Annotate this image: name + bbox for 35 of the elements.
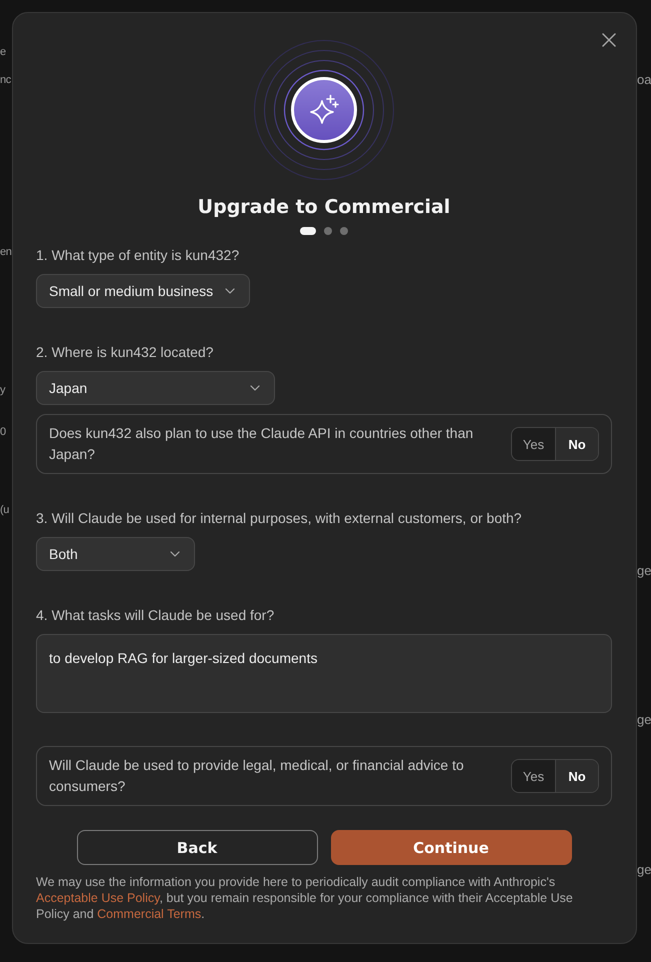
toggle-option[interactable]: No [555, 760, 598, 792]
chevron-down-icon [250, 385, 260, 391]
back-button[interactable]: Back [76, 830, 318, 865]
background-text-fragment: 0 [0, 425, 6, 440]
question-label: 2. Where is kun432 located? [36, 343, 214, 362]
background-text-fragment: ge [637, 862, 651, 878]
dropdown-select[interactable]: Small or medium business [36, 274, 250, 308]
background-text-fragment: oa [637, 72, 651, 88]
toggle-option[interactable]: Yes [512, 760, 555, 792]
background-text-fragment: ge [637, 563, 651, 579]
sparkle-icon [291, 77, 357, 143]
dialog-title: Upgrade to Commercial [196, 195, 452, 219]
close-icon [602, 33, 616, 47]
question-label: 4. What tasks will Claude be used for? [36, 606, 274, 625]
text-link[interactable]: Commercial Terms [97, 907, 202, 921]
chevron-down-icon [170, 551, 180, 557]
continue-button[interactable]: Continue [330, 830, 572, 865]
background-text-fragment: e [0, 45, 6, 60]
question-label: 1. What type of entity is kun432? [36, 246, 240, 265]
text-link[interactable]: Acceptable Use Policy [36, 891, 160, 905]
background-text-fragment: en [0, 245, 12, 260]
background-text-fragment: (u [0, 503, 9, 518]
disclaimer-text: We may use the information you provide here to periodically audit compliance with Anthropic's Acceptable Use Policy, but you remain responsible for your compliance with their Acceptable Use Policy and Commercial Terms. [36, 874, 574, 922]
background-text-fragment: ge [637, 712, 651, 728]
question-text: Does kun432 also plan to use the Claude API in countries other than Japan? [49, 424, 474, 464]
dropdown-select[interactable]: Both [36, 537, 195, 571]
toggle-option[interactable]: Yes [512, 428, 555, 460]
chevron-down-icon [225, 288, 235, 294]
background-text-fragment: y [0, 383, 6, 398]
toggle-option[interactable]: No [555, 428, 598, 460]
dropdown-select[interactable]: Japan [36, 371, 275, 405]
background-text-fragment: nc [0, 73, 11, 88]
question-label: 3. Will Claude be used for internal purposes, with external customers, or both? [36, 509, 522, 528]
question-text: Will Claude be used to provide legal, medical, or financial advice to consumers? [49, 756, 465, 796]
text-area-field[interactable]: to develop RAG for larger-sized documents [36, 634, 612, 713]
